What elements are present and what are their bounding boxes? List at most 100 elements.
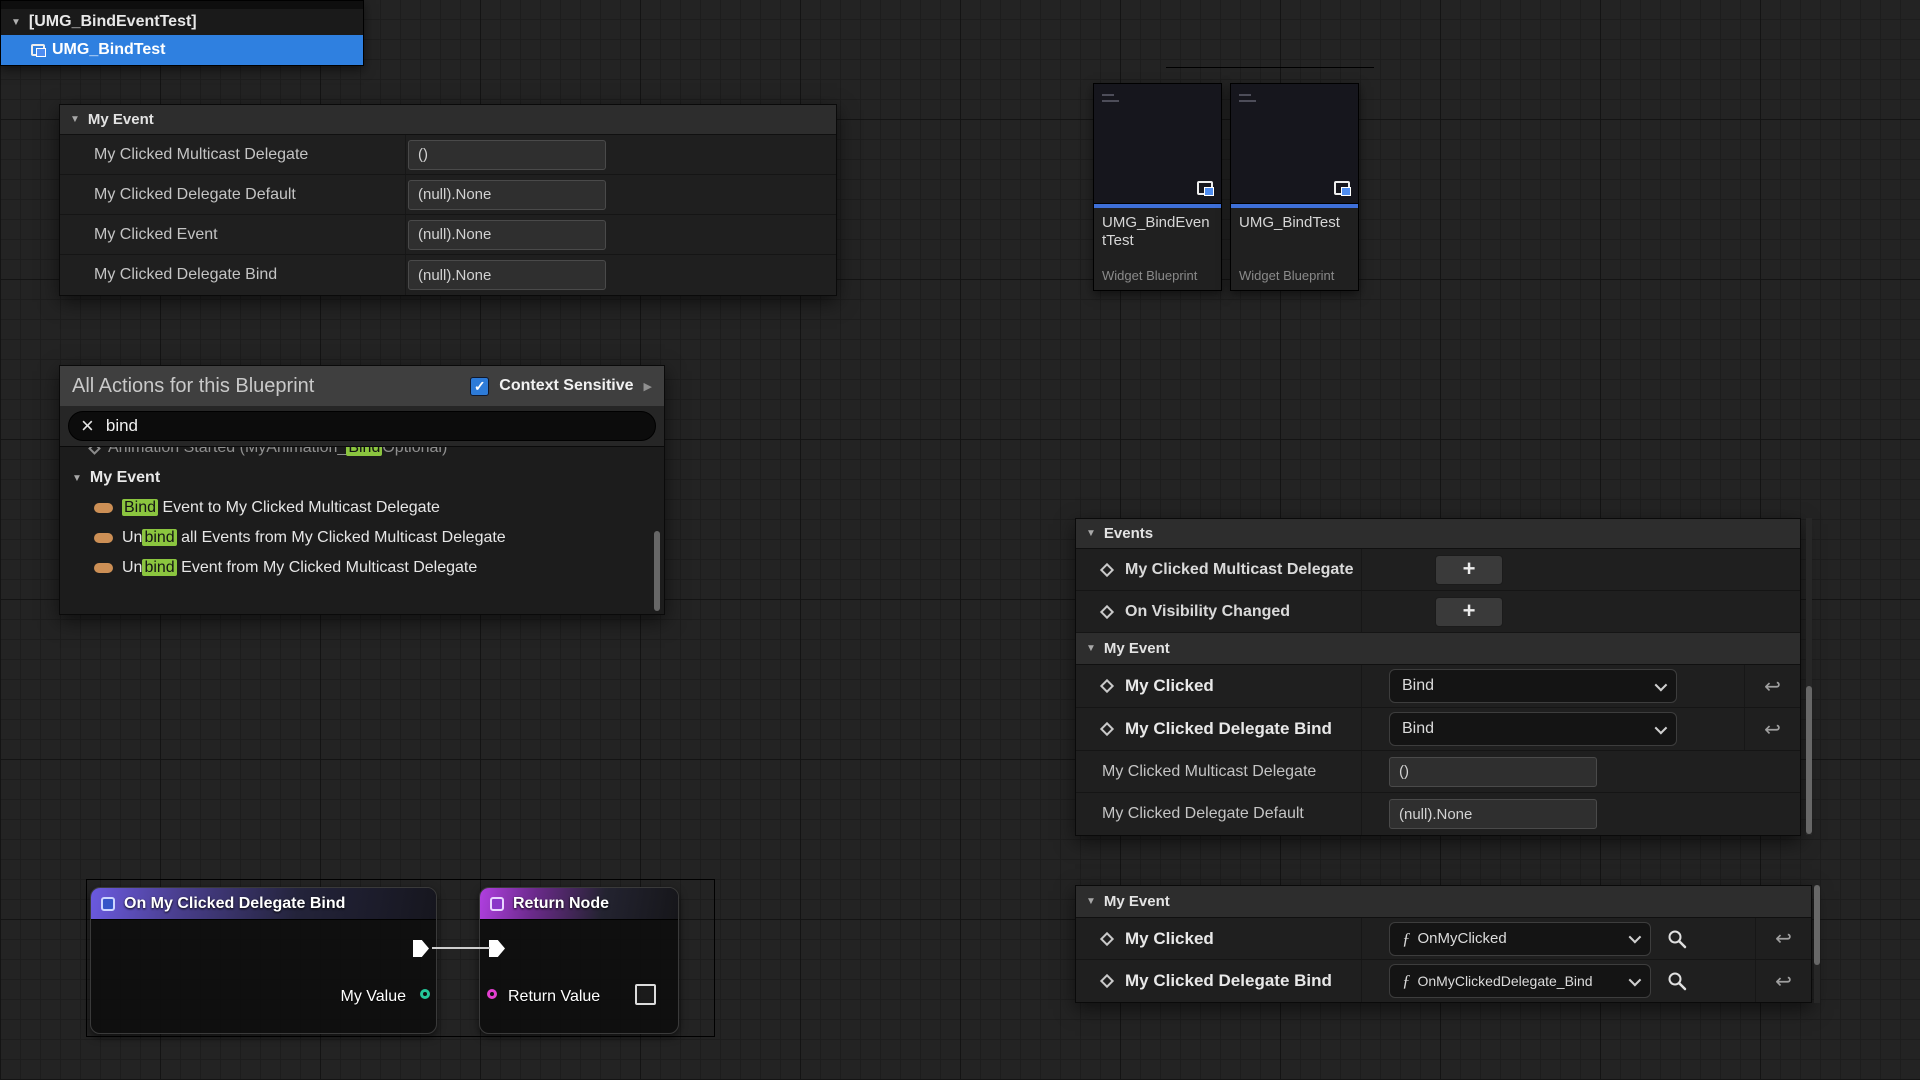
- action-item-clipped[interactable]: Animation Started (MyAnimation_BindOptio…: [60, 446, 664, 463]
- action-item[interactable]: Unbind all Events from My Clicked Multic…: [60, 523, 664, 553]
- bound-function-dropdown[interactable]: ƒ OnMyClicked: [1389, 922, 1651, 956]
- asset-thumbnail: [1094, 84, 1221, 204]
- property-label: My Clicked Delegate Default: [1102, 805, 1304, 823]
- dropdown-selected-value: OnMyClicked: [1418, 930, 1507, 947]
- property-value-field[interactable]: (null).None: [408, 220, 606, 250]
- scrollbar-thumb[interactable]: [1806, 686, 1812, 834]
- chevron-down-icon: [1655, 678, 1668, 691]
- collapse-arrow-icon: ▼: [70, 114, 80, 125]
- tree-root-label: [UMG_BindEventTest]: [29, 13, 197, 31]
- search-input[interactable]: × bind: [68, 411, 656, 441]
- property-value-field[interactable]: (null).None: [408, 180, 606, 210]
- section-header-my-event[interactable]: ▼ My Event: [1076, 886, 1811, 918]
- property-value-field[interactable]: (null).None: [408, 260, 606, 290]
- node-on-my-clicked-delegate-bind[interactable]: On My Clicked Delegate Bind My Value: [90, 887, 437, 1034]
- context-sensitive-checkbox[interactable]: ✓: [470, 377, 489, 396]
- scrollbar-thumb[interactable]: [654, 531, 660, 611]
- event-row: On Visibility Changed +: [1076, 591, 1800, 633]
- property-row: My Clicked Multicast Delegate (): [1076, 751, 1800, 793]
- event-node-icon: [101, 897, 115, 911]
- property-label: My Clicked Multicast Delegate: [94, 146, 308, 164]
- node-title: Return Node: [513, 895, 609, 913]
- reset-to-default-icon[interactable]: ↩: [1764, 674, 1781, 699]
- property-value-field[interactable]: (): [1389, 757, 1597, 787]
- bool-default-checkbox[interactable]: [635, 984, 656, 1005]
- event-pin-icon: [1100, 679, 1114, 693]
- actions-result-list: Animation Started (MyAnimation_BindOptio…: [60, 446, 664, 614]
- exec-pin-icon[interactable]: [489, 940, 505, 957]
- actions-menu-titlebar: All Actions for this Blueprint ✓ Context…: [60, 366, 664, 406]
- asset-thumbnail: [1231, 84, 1358, 204]
- tree-item-selected[interactable]: UMG_BindTest: [1, 35, 363, 65]
- reset-to-default-icon[interactable]: ↩: [1775, 969, 1792, 994]
- blueprint-graph-fragment: On My Clicked Delegate Bind My Value Ret…: [86, 879, 715, 1037]
- event-label: On Visibility Changed: [1125, 603, 1290, 621]
- property-value-field[interactable]: (null).None: [1389, 799, 1597, 829]
- section-title: My Event: [88, 111, 154, 128]
- section-header-my-event[interactable]: ▼ My Event: [60, 105, 836, 135]
- section-header-my-event[interactable]: ▼ My Event: [1076, 633, 1800, 665]
- property-label: My Clicked Delegate Bind: [94, 266, 277, 284]
- reset-to-default-icon[interactable]: ↩: [1764, 717, 1781, 742]
- bind-row: My Clicked ƒ OnMyClicked ↩: [1076, 918, 1811, 960]
- event-label: My Clicked Delegate Bind: [1125, 971, 1332, 991]
- find-function-icon[interactable]: [1667, 971, 1687, 991]
- reset-to-default-icon[interactable]: ↩: [1775, 926, 1792, 951]
- node-header[interactable]: Return Node: [480, 888, 678, 920]
- actions-menu-title: All Actions for this Blueprint: [72, 375, 460, 398]
- node-return-node[interactable]: Return Node Return Value: [479, 887, 679, 1034]
- find-function-icon[interactable]: [1667, 929, 1687, 949]
- search-input-value: bind: [106, 416, 138, 436]
- bind-row: My Clicked Bind ↩: [1076, 665, 1800, 708]
- action-item[interactable]: Unbind Event from My Clicked Multicast D…: [60, 553, 664, 583]
- value-pin-icon[interactable]: [487, 989, 497, 999]
- bind-row: My Clicked Delegate Bind Bind ↩: [1076, 708, 1800, 751]
- event-pin-icon: [1100, 562, 1114, 576]
- exec-pin-icon[interactable]: [413, 940, 429, 957]
- scrollbar-thumb[interactable]: [1814, 885, 1820, 965]
- event-pin-icon: [88, 446, 101, 454]
- collapse-arrow-icon: ▼: [1086, 896, 1096, 907]
- bound-function-dropdown[interactable]: ƒ OnMyClickedDelegate_Bind: [1389, 964, 1651, 998]
- widget-blueprint-icon: [1197, 181, 1213, 195]
- action-category-my-event[interactable]: ▼ My Event: [60, 463, 664, 493]
- node-header[interactable]: On My Clicked Delegate Bind: [91, 888, 436, 920]
- asset-tile[interactable]: UMG_BindTest Widget Blueprint: [1230, 83, 1359, 291]
- property-value-field[interactable]: (): [408, 140, 606, 170]
- bind-dropdown[interactable]: Bind: [1389, 669, 1677, 703]
- function-icon: ƒ: [1402, 929, 1411, 949]
- tree-clipped-row: [1, 1, 363, 9]
- property-label: My Clicked Multicast Delegate: [1102, 763, 1316, 781]
- dropdown-selected-value: OnMyClickedDelegate_Bind: [1418, 973, 1593, 989]
- add-event-button[interactable]: +: [1435, 597, 1503, 627]
- clear-search-icon[interactable]: ×: [81, 415, 94, 437]
- search-match-highlight: bind: [142, 529, 176, 546]
- property-row: My Clicked Delegate Bind (null).None: [60, 255, 836, 295]
- chevron-down-icon: [1655, 721, 1668, 734]
- expand-arrow-icon[interactable]: ▶: [644, 380, 652, 393]
- action-category-label: My Event: [90, 469, 160, 487]
- add-event-button[interactable]: +: [1435, 555, 1503, 585]
- asset-type: Widget Blueprint: [1102, 268, 1213, 283]
- function-icon: ƒ: [1402, 971, 1411, 991]
- widget-blueprint-icon: [1334, 181, 1350, 195]
- event-pin-icon: [1100, 722, 1114, 736]
- widget-hierarchy-tree: ▼ [UMG_BindEventTest] UMG_BindTest: [0, 0, 364, 66]
- tree-root-item[interactable]: ▼ [UMG_BindEventTest]: [1, 9, 363, 35]
- property-row: My Clicked Delegate Default (null).None: [60, 175, 836, 215]
- event-label: My Clicked: [1125, 929, 1214, 949]
- actions-search-bar: × bind: [60, 406, 664, 446]
- search-match-highlight: bind: [142, 559, 176, 576]
- value-pin-icon[interactable]: [420, 989, 430, 999]
- collapse-arrow-icon: ▼: [72, 473, 82, 484]
- asset-tile[interactable]: UMG_BindEventTest Widget Blueprint: [1093, 83, 1222, 291]
- dropdown-selected-value: Bind: [1402, 677, 1434, 695]
- tree-item-label: UMG_BindTest: [52, 41, 165, 59]
- chevron-down-icon: [1629, 931, 1642, 944]
- section-header-events[interactable]: ▼ Events: [1076, 519, 1800, 549]
- search-match-highlight: Bind: [346, 446, 382, 456]
- event-pin-icon: [1100, 604, 1114, 618]
- bind-dropdown[interactable]: Bind: [1389, 712, 1677, 746]
- action-item[interactable]: Bind Event to My Clicked Multicast Deleg…: [60, 493, 664, 523]
- property-label: My Clicked Event: [94, 226, 218, 244]
